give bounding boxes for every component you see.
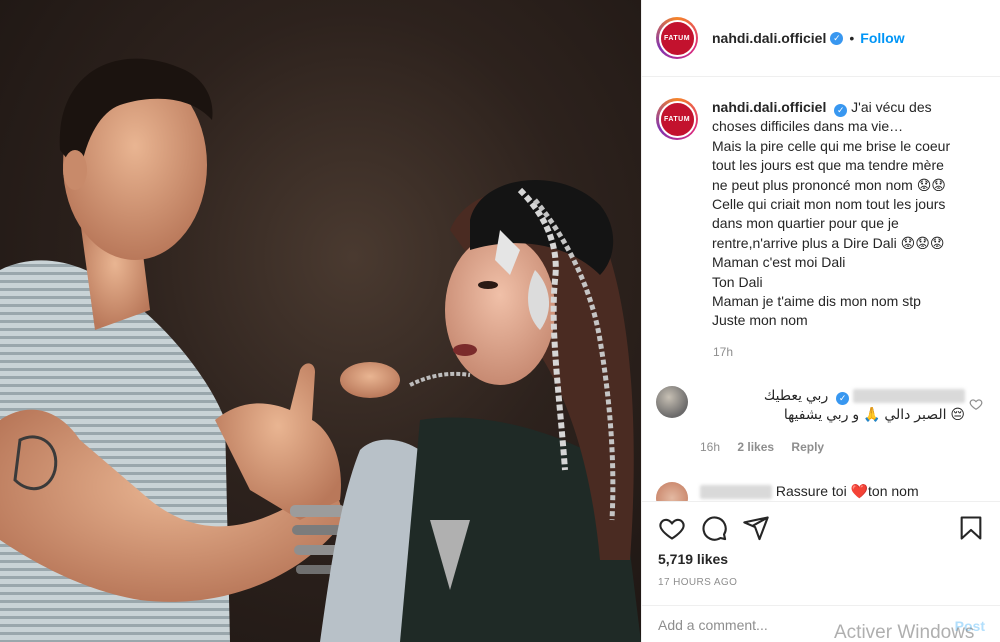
caption-line-8: Maman c'est moi Dali	[712, 254, 846, 271]
caption-time[interactable]: 17h	[713, 345, 987, 359]
comment-time[interactable]: 16h	[700, 440, 720, 454]
caption-line-11: Juste mon nom	[712, 312, 808, 329]
avatar-label: FATUM	[658, 19, 696, 57]
profile-avatar[interactable]: FATUM	[656, 17, 698, 59]
commenter-username-blurred[interactable]	[853, 389, 965, 404]
caption-line-10: Maman je t'aime dis mon nom stp	[712, 293, 921, 310]
caption-line-9: Ton Dali	[712, 273, 763, 290]
caption-section: FATUM nahdi.dali.officiel ✓ J'ai vécu de…	[642, 78, 1000, 371]
caption-line-2: Mais la pire celle qui me brise le coeur	[712, 137, 951, 154]
commenter-avatar[interactable]	[656, 482, 688, 501]
follow-button[interactable]: Follow	[860, 30, 904, 46]
separator-dot: •	[849, 30, 855, 46]
header-username[interactable]: nahdi.dali.officiel	[712, 30, 826, 46]
comment-likes[interactable]: 2 likes	[737, 440, 774, 454]
commenter-verified-icon: ✓	[836, 392, 850, 405]
post-photo[interactable]	[0, 0, 641, 642]
comment-like-icon[interactable]	[969, 397, 983, 411]
comment-item: Rassure toi ❤️ton nom	[656, 482, 991, 501]
caption-line-5: Celle qui criait mon nom tout les jours	[712, 196, 946, 213]
comment-text-line2: الصبر دالي 🙏 و ربي يشفيها 😔	[783, 406, 965, 422]
post-header: FATUM nahdi.dali.officiel ✓ • Follow	[642, 0, 1000, 77]
photo-illustration	[0, 58, 641, 642]
post-actions: 5,719 likes 17 HOURS AGO Add a comment..…	[642, 501, 1000, 642]
post-side-panel: FATUM nahdi.dali.officiel ✓ • Follow FAT…	[641, 0, 1000, 642]
comment-item: ربي يعطيك ✓ الصبر دالي 🙏 و ربي يشفيها 😔 …	[656, 386, 991, 457]
caption-line-4: ne peut plus prononcé mon nom 😟😟	[712, 176, 946, 193]
commenter-avatar[interactable]	[656, 386, 688, 418]
comment-icon[interactable]	[700, 514, 728, 542]
add-comment-input[interactable]: Add a comment...	[658, 617, 768, 633]
post-time-ago[interactable]: 17 HOURS AGO	[658, 577, 737, 588]
caption-line-3: tout les jours est que ma tendre mère	[712, 157, 944, 174]
caption-line-1: choses difficiles dans ma vie…	[712, 118, 904, 135]
caption-verified-icon: ✓	[834, 104, 848, 118]
comment-text-line1: ربي يعطيك	[763, 387, 829, 403]
caption-username[interactable]: nahdi.dali.officiel	[712, 99, 826, 115]
comment-reply-button[interactable]: Reply	[791, 440, 824, 454]
bookmark-icon[interactable]	[957, 514, 985, 542]
caption-text: nahdi.dali.officiel ✓ J'ai vécu des chos…	[712, 98, 977, 331]
caption-avatar-label: FATUM	[658, 100, 696, 138]
comment-text-post: ton nom	[868, 483, 919, 499]
heart-icon[interactable]	[658, 514, 686, 542]
verified-badge-icon: ✓	[830, 31, 844, 45]
comment-text-pre: Rassure toi	[775, 483, 851, 499]
commenter-username-blurred[interactable]	[700, 485, 772, 500]
share-icon[interactable]	[742, 514, 770, 542]
caption-line-0: J'ai vécu des	[851, 99, 932, 115]
caption-line-6: dans mon quartier pour que je	[712, 215, 899, 232]
red-heart-icon: ❤️	[850, 483, 869, 499]
windows-activation-watermark: Activer Windows	[834, 622, 975, 642]
caption-line-7: rentre,n'arrive plus a Dire Dali 😟😟😟	[712, 234, 945, 251]
caption-avatar[interactable]: FATUM	[656, 98, 698, 140]
likes-count[interactable]: 5,719 likes	[658, 551, 728, 567]
